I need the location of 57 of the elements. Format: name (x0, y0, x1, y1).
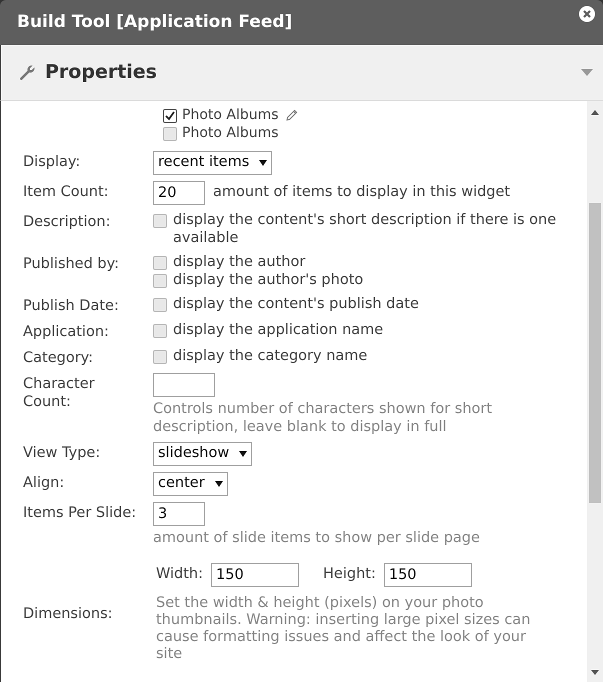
field-label: Dimensions: (23, 605, 114, 623)
checkbox-label: display the application name (173, 321, 384, 339)
width-field[interactable]: 150 (211, 563, 300, 587)
text-field[interactable] (153, 373, 215, 397)
field-label: Description: (23, 213, 112, 231)
field-label: Width: (156, 565, 204, 584)
hint-text: amount of slide items to show per slide page (153, 529, 480, 547)
field-label: Application: (23, 323, 110, 341)
field-label: Height: (323, 565, 376, 584)
scrollbar[interactable] (587, 101, 603, 682)
close-icon[interactable] (579, 6, 595, 22)
checkbox[interactable] (153, 214, 167, 228)
scrollbar-thumb[interactable] (589, 203, 601, 503)
scroll-down-icon[interactable] (591, 670, 599, 675)
field-label: Published by: (23, 255, 120, 273)
height-field[interactable]: 150 (384, 563, 472, 587)
caret-icon (214, 481, 223, 487)
checkbox[interactable] (163, 127, 177, 141)
number-field[interactable]: 20 (153, 181, 205, 205)
checkbox[interactable] (153, 324, 167, 338)
check-icon (165, 111, 175, 121)
checkbox[interactable] (153, 256, 167, 270)
checkbox-label: display the content's short description if there is one available (173, 211, 558, 247)
dropdown[interactable]: center (153, 472, 228, 496)
wrench-icon (19, 64, 36, 81)
field-label: Align: (23, 474, 66, 492)
checkbox[interactable] (153, 274, 167, 288)
panel-header[interactable]: Properties (0, 45, 603, 101)
album-label: Photo Albums (182, 124, 279, 142)
checkbox-label: display the author's photo (173, 271, 364, 289)
panel-title: Properties (45, 60, 157, 86)
caret-icon (239, 451, 248, 457)
field-label: Display: (23, 153, 82, 171)
number-field[interactable]: 3 (153, 502, 205, 526)
hint-text: Controls number of characters shown for short description, leave blank to display in full (153, 400, 494, 436)
hint-text: amount of items to display in this widget (213, 183, 510, 202)
field-label: Publish Date: (23, 297, 120, 315)
checkbox-label: display the content's publish date (173, 295, 419, 313)
checkbox[interactable] (153, 298, 167, 312)
checkbox[interactable] (163, 109, 177, 123)
checkbox-label: display the category name (173, 347, 368, 365)
caret-icon (259, 160, 268, 166)
hint-text: Set the width & height (pixels) on your photo thumbnails. Warning: inserting large pixel sizes can cause formatting issues and affect the look of your site (156, 595, 532, 663)
checkbox-label: display the author (173, 253, 306, 271)
dropdown[interactable]: slideshow (153, 442, 252, 466)
field-label: Item Count: (23, 183, 110, 201)
caret-icon[interactable] (581, 69, 593, 76)
field-label: Category: (23, 349, 94, 367)
album-label: Photo Albums (182, 106, 279, 124)
field-label: Character Count: (23, 375, 96, 411)
field-label: View Type: (23, 444, 102, 462)
window-title: Build Tool [Application Feed] (17, 10, 292, 34)
dropdown[interactable]: recent items (153, 151, 272, 175)
field-label: Items Per Slide: (23, 504, 138, 522)
checkbox[interactable] (153, 350, 167, 364)
scroll-up-icon[interactable] (591, 110, 599, 115)
pencil-icon[interactable] (286, 109, 298, 121)
